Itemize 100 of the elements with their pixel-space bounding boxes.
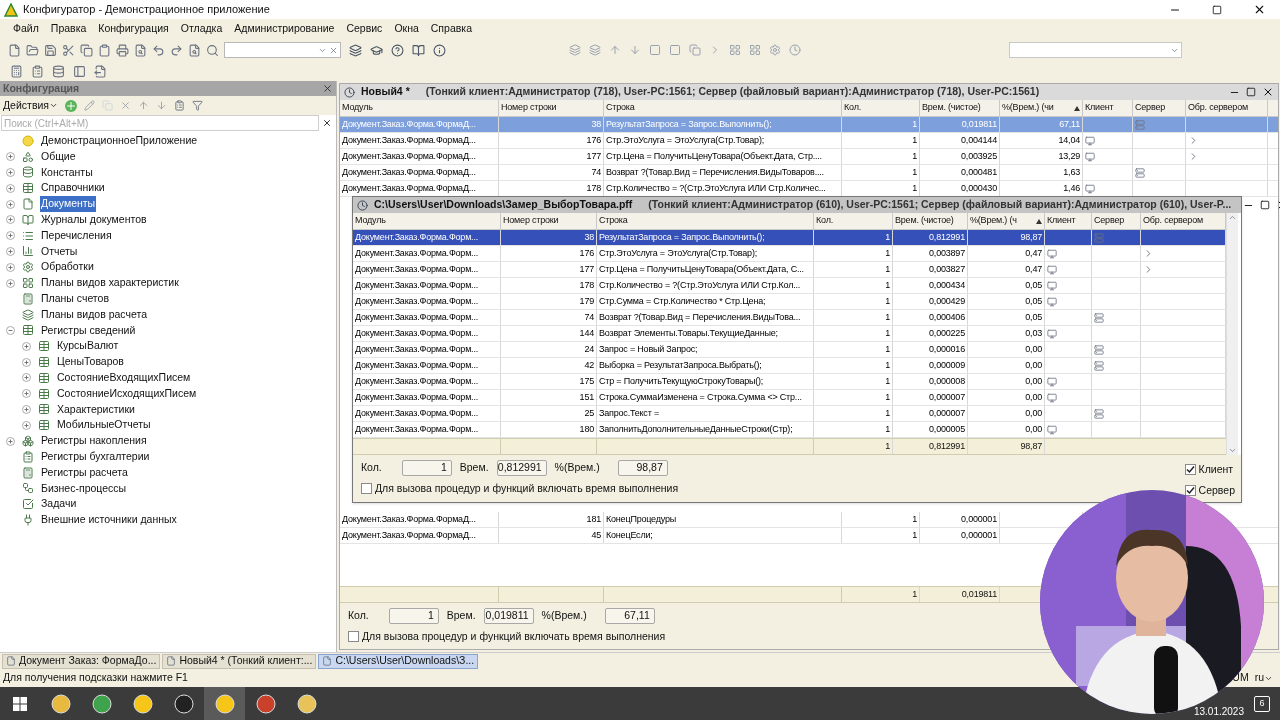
time-field[interactable]: 0,019811 xyxy=(483,608,534,624)
copy-icon[interactable] xyxy=(80,43,93,57)
column-header[interactable]: Модуль xyxy=(353,213,501,229)
clear-icon[interactable] xyxy=(322,118,332,128)
column-header[interactable]: Врем. (чистое) xyxy=(920,100,1000,116)
table-row[interactable]: Документ.Заказ.Форма.ФормаД... 74 Возврат ?(Товар.Вид = Перечисления.ВидыТоваров.... 1 0,000481 1,63 xyxy=(340,165,1278,181)
notification-button[interactable]: 6 xyxy=(1254,695,1270,712)
percent-field[interactable]: 67,11 xyxy=(604,608,655,624)
find-icon[interactable] xyxy=(188,43,201,57)
table-row[interactable]: Документ.Заказ.Форма.Форм... 42 Выборка = РезультатЗапроса.Выбрать(); 1 0,000009 0,00 xyxy=(353,358,1226,374)
folder-icon[interactable] xyxy=(26,43,39,57)
column-header[interactable]: %(Врем.) (ч xyxy=(968,213,1045,229)
expand-toggle[interactable] xyxy=(21,341,31,351)
preview-icon[interactable] xyxy=(134,43,147,57)
tree-item[interactable]: Документы xyxy=(40,196,97,212)
tree-item[interactable]: ДемонстрационноеПриложение xyxy=(40,133,199,149)
scroll-up-icon[interactable] xyxy=(1228,213,1237,222)
language-indicator[interactable]: ru xyxy=(1254,670,1273,686)
info-icon[interactable] xyxy=(433,43,446,57)
column-header[interactable]: Сервер xyxy=(1133,100,1186,116)
calculator-icon[interactable] xyxy=(10,64,23,78)
expand-toggle[interactable] xyxy=(21,389,31,399)
hat-icon[interactable] xyxy=(370,43,383,57)
menu-item[interactable]: Справка xyxy=(429,21,473,37)
table-row[interactable]: Документ.Заказ.Форма.Форм... 177 Стр.Цена = ПолучитьЦенуТовара(Объект.Дата, С... 1 0,003827 0,47 xyxy=(353,262,1226,278)
cut-icon[interactable] xyxy=(62,43,75,57)
expand-toggle[interactable] xyxy=(5,168,15,177)
column-header[interactable]: Строка xyxy=(597,213,814,229)
book-icon[interactable] xyxy=(412,43,425,57)
table-row[interactable]: Документ.Заказ.Форма.ФормаД... 176 Стр.ЭтоУслуга = ЭтоУслуга(Стр.Товар); 1 0,004144 14,04 xyxy=(340,133,1278,149)
table-row[interactable]: Документ.Заказ.Форма.Форм... 38 РезультатЗапроса = Запрос.Выполнить(); 1 0,812991 98,87 xyxy=(353,230,1226,246)
tree-item[interactable]: Задачи xyxy=(40,496,78,513)
tree-item[interactable]: Справочники xyxy=(40,180,106,197)
search-field[interactable]: Поиск (Ctrl+Alt+M) xyxy=(1,115,319,131)
tree-item[interactable]: СостояниеИсходящихПисем xyxy=(56,385,198,402)
tree-item[interactable]: Отчеты xyxy=(40,243,79,260)
tree-item[interactable]: КурсыВалют xyxy=(56,338,120,355)
expand-toggle[interactable] xyxy=(21,373,31,383)
actions-menu[interactable]: Действия xyxy=(3,97,58,114)
tree-item[interactable]: Планы счетов xyxy=(40,291,110,307)
table-row[interactable]: Документ.Заказ.Форма.Форм... 179 Стр.Сумма = Стр.Количество * Стр.Цена; 1 0,000429 0,05 xyxy=(353,294,1226,310)
checkbox[interactable] xyxy=(1184,464,1196,476)
taskbar-app[interactable] xyxy=(204,687,245,720)
tree-item[interactable]: Регистры сведений xyxy=(40,322,137,339)
toolbar-icon[interactable] xyxy=(589,44,601,56)
tree-item[interactable]: Обработки xyxy=(40,259,95,276)
column-header[interactable]: Модуль xyxy=(340,100,499,116)
filter-icon[interactable] xyxy=(192,100,203,111)
toolbar-icon[interactable] xyxy=(569,44,581,56)
expand-toggle[interactable] xyxy=(5,199,15,209)
save-icon[interactable] xyxy=(44,43,57,57)
tree-item[interactable]: СостояниеВходящихПисем xyxy=(56,369,192,386)
toolbar-icon[interactable] xyxy=(729,44,741,56)
toolbar-icon[interactable] xyxy=(669,44,681,56)
close-icon[interactable] xyxy=(1253,3,1266,16)
menu-item[interactable]: Окна xyxy=(393,21,420,37)
expand-toggle[interactable] xyxy=(21,420,31,430)
table-row[interactable]: Документ.Заказ.Форма.Форм... 180 ЗаполнитьДополнительныеДанныеСтроки(Стр); 1 0,000005 0,00 xyxy=(353,422,1226,438)
expand-toggle[interactable] xyxy=(5,231,15,241)
column-header[interactable]: Клиент xyxy=(1083,100,1133,116)
expand-toggle[interactable] xyxy=(5,278,15,288)
menu-item[interactable]: Отладка xyxy=(179,21,224,37)
menu-item[interactable]: Файл xyxy=(12,21,40,37)
table-row[interactable]: Документ.Заказ.Форма.Форм... 144 Возврат Элементы.Товары.ТекущиеДанные; 1 0,000225 0,03 xyxy=(353,326,1226,342)
checkbox[interactable] xyxy=(348,631,359,643)
count-field[interactable]: 1 xyxy=(401,460,452,476)
scrollbar[interactable] xyxy=(1226,213,1238,455)
column-header[interactable]: Номер строки xyxy=(501,213,597,229)
collapse-toggle[interactable] xyxy=(5,325,15,335)
table-row[interactable]: Документ.Заказ.Форма.Форм... 176 Стр.ЭтоУслуга = ЭтоУслуга(Стр.Товар); 1 0,003897 0,47 xyxy=(353,246,1226,262)
tree-item[interactable]: МобильныеОтчеты xyxy=(56,417,152,434)
window-tab[interactable]: C:\Users\User\Downloads\З... xyxy=(318,653,479,669)
expand-toggle[interactable] xyxy=(5,152,15,162)
expand-toggle[interactable] xyxy=(5,215,15,225)
checkbox[interactable] xyxy=(1184,485,1196,497)
table-row[interactable]: Документ.Заказ.Форма.Форм... 24 Запрос = Новый Запрос; 1 0,000016 0,00 xyxy=(353,342,1226,358)
column-header[interactable]: Сервер xyxy=(1092,213,1141,229)
toolbar-icon[interactable] xyxy=(749,44,761,56)
table-row[interactable]: Документ.Заказ.Форма.Форм... 151 Строка.СуммаИзменена = Строка.Сумма <> Стр... 1 0,000007 0,00 xyxy=(353,390,1226,406)
percent-field[interactable]: 98,87 xyxy=(617,460,668,476)
undo-icon[interactable] xyxy=(152,43,165,57)
time-field[interactable]: 0,812991 xyxy=(496,460,547,476)
tree-item[interactable]: Регистры накопления xyxy=(40,433,148,449)
expand-toggle[interactable] xyxy=(5,246,15,256)
paste-icon[interactable] xyxy=(98,43,111,57)
column-header[interactable]: Врем. (чистое) xyxy=(893,213,968,229)
table-row[interactable]: Документ.Заказ.Форма.Форм... 25 Запрос.Текст = 1 0,000007 0,00 xyxy=(353,406,1226,422)
column-header[interactable]: Строка xyxy=(604,100,842,116)
list-icon[interactable] xyxy=(31,64,44,78)
expand-toggle[interactable] xyxy=(5,262,15,272)
file-icon[interactable] xyxy=(8,43,21,57)
maximize-icon[interactable] xyxy=(1260,200,1271,210)
panel-icon[interactable] xyxy=(73,64,86,78)
maximize-icon[interactable] xyxy=(1212,4,1222,15)
search-icon[interactable] xyxy=(206,43,219,57)
window-tab[interactable]: Документ Заказ: ФормаДо... xyxy=(2,653,161,669)
column-header[interactable]: %(Врем.) (чи xyxy=(1000,100,1083,116)
print-icon[interactable] xyxy=(116,43,129,57)
menu-item[interactable]: Администрирование xyxy=(233,21,336,37)
add-icon[interactable] xyxy=(65,99,77,112)
